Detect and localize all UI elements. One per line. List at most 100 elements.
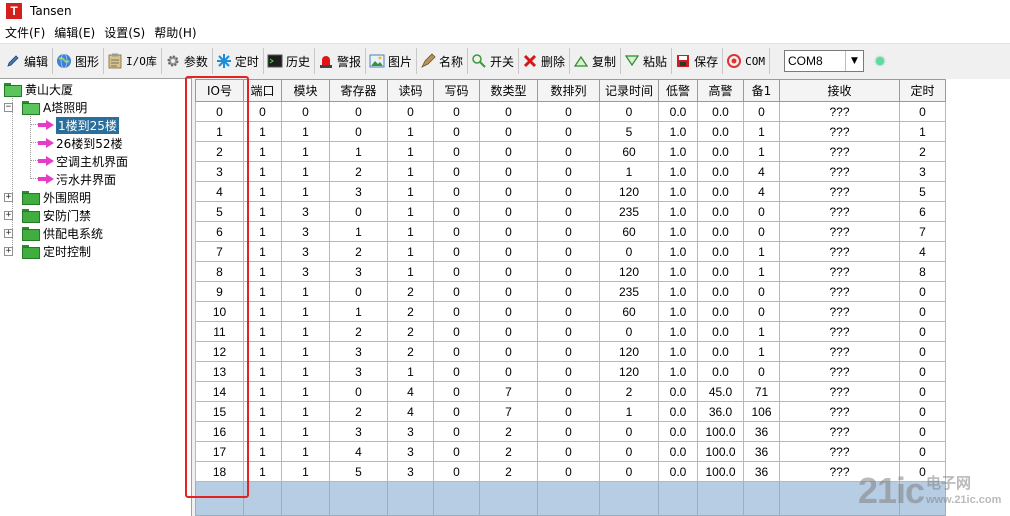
- table-cell[interactable]: 0: [899, 281, 946, 302]
- table-cell[interactable]: 1: [281, 381, 330, 402]
- table-cell[interactable]: 1: [243, 381, 282, 402]
- table-cell[interactable]: 1: [243, 361, 282, 382]
- table-cell[interactable]: 1: [387, 361, 434, 382]
- empty-cell[interactable]: [537, 481, 600, 516]
- menu-help[interactable]: 帮助(H): [149, 22, 200, 44]
- table-cell[interactable]: 1: [281, 421, 330, 442]
- table-row[interactable]: 18 1 1 5 3 0 2 0 0 0.0 100.0 36??? 0: [195, 461, 946, 482]
- table-cell[interactable]: 3: [329, 261, 388, 282]
- table-cell[interactable]: ???: [779, 181, 900, 202]
- table-row[interactable]: 7 1 3 2 1 0 0 0 0 1.0 0.0 1??? 4: [195, 241, 946, 262]
- empty-cell[interactable]: [433, 481, 480, 516]
- table-cell[interactable]: 0.0: [697, 341, 744, 362]
- table-cell[interactable]: 120: [599, 361, 659, 382]
- empty-cell[interactable]: [243, 481, 282, 516]
- table-cell[interactable]: 1: [387, 141, 434, 162]
- table-cell[interactable]: 2: [479, 441, 538, 462]
- table-cell[interactable]: 1.0: [658, 341, 698, 362]
- table-cell[interactable]: 1: [387, 121, 434, 142]
- table-cell[interactable]: 7: [479, 381, 538, 402]
- chevron-down-icon[interactable]: ▼: [844, 51, 863, 71]
- table-cell[interactable]: 1.0: [658, 321, 698, 342]
- table-row[interactable]: 17 1 1 4 3 0 2 0 0 0.0 100.0 36??? 0: [195, 441, 946, 462]
- table-row[interactable]: 14 1 1 0 4 0 7 0 2 0.0 45.0 71??? 0: [195, 381, 946, 402]
- column-header[interactable]: 高警: [697, 79, 744, 102]
- table-cell[interactable]: 120: [599, 261, 659, 282]
- table-cell[interactable]: 1: [387, 261, 434, 282]
- table-cell[interactable]: 2: [599, 381, 659, 402]
- table-cell[interactable]: 1: [281, 181, 330, 202]
- expand-icon[interactable]: +: [4, 192, 13, 202]
- table-cell[interactable]: 1: [599, 161, 659, 182]
- tree-group-power[interactable]: + 供配电系统: [4, 224, 103, 242]
- table-cell[interactable]: 0: [479, 321, 538, 342]
- table-cell[interactable]: 1.0: [658, 161, 698, 182]
- table-cell[interactable]: 1: [281, 441, 330, 462]
- table-cell[interactable]: 0: [743, 301, 780, 322]
- column-header[interactable]: 端口: [243, 79, 282, 102]
- com-button[interactable]: COM: [723, 48, 770, 74]
- table-cell[interactable]: 0: [537, 281, 600, 302]
- table-cell[interactable]: 0: [433, 321, 480, 342]
- table-cell[interactable]: 2: [387, 321, 434, 342]
- table-cell[interactable]: 1: [743, 341, 780, 362]
- table-cell[interactable]: 0: [433, 281, 480, 302]
- table-cell[interactable]: 0: [743, 281, 780, 302]
- table-cell[interactable]: 0: [899, 441, 946, 462]
- tree-item-floor-1-25[interactable]: 1楼到25楼: [38, 116, 119, 134]
- table-row[interactable]: 9 1 1 0 2 0 0 0 235 1.0 0.0 0??? 0: [195, 281, 946, 302]
- table-cell[interactable]: 1: [329, 301, 388, 322]
- table-cell[interactable]: 0: [479, 181, 538, 202]
- table-cell[interactable]: 0: [899, 461, 946, 482]
- menu-file[interactable]: 文件(F): [0, 22, 49, 44]
- table-cell[interactable]: 0: [433, 241, 480, 262]
- column-header[interactable]: 数排列: [537, 79, 600, 102]
- table-cell[interactable]: 120: [599, 181, 659, 202]
- table-cell[interactable]: 2: [387, 341, 434, 362]
- table-cell[interactable]: 1: [243, 121, 282, 142]
- table-cell[interactable]: 0: [899, 361, 946, 382]
- expand-icon[interactable]: +: [4, 228, 13, 238]
- expand-icon[interactable]: +: [4, 210, 13, 220]
- table-cell[interactable]: 1: [281, 281, 330, 302]
- table-cell[interactable]: 0.0: [697, 181, 744, 202]
- table-cell[interactable]: 1: [743, 141, 780, 162]
- table-row[interactable]: 8 1 3 3 1 0 0 0 120 1.0 0.0 1??? 8: [195, 261, 946, 282]
- table-cell[interactable]: 0: [537, 301, 600, 322]
- table-cell[interactable]: 1: [243, 161, 282, 182]
- table-cell[interactable]: 7: [899, 221, 946, 242]
- table-cell[interactable]: 36: [743, 421, 780, 442]
- table-cell[interactable]: 0: [433, 381, 480, 402]
- table-cell[interactable]: 2: [329, 401, 388, 422]
- table-cell[interactable]: 1: [195, 121, 244, 142]
- table-cell[interactable]: 0: [599, 321, 659, 342]
- table-cell[interactable]: 0: [329, 381, 388, 402]
- table-cell[interactable]: 0: [537, 461, 600, 482]
- table-cell[interactable]: 0: [537, 261, 600, 282]
- alarm-button[interactable]: 警报: [315, 48, 366, 74]
- table-cell[interactable]: 0: [329, 281, 388, 302]
- table-cell[interactable]: 0: [537, 181, 600, 202]
- table-cell[interactable]: 0.0: [697, 161, 744, 182]
- table-cell[interactable]: 60: [599, 301, 659, 322]
- table-cell[interactable]: 1: [243, 181, 282, 202]
- tree-item-floor-26-52[interactable]: 26楼到52楼: [38, 134, 123, 152]
- table-row[interactable]: 3 1 1 2 1 0 0 0 1 1.0 0.0 4??? 3: [195, 161, 946, 182]
- timer-button[interactable]: 定时: [213, 48, 264, 74]
- table-cell[interactable]: 6: [899, 201, 946, 222]
- table-cell[interactable]: 1: [387, 201, 434, 222]
- table-cell[interactable]: 0: [433, 221, 480, 242]
- table-cell[interactable]: ???: [779, 141, 900, 162]
- table-cell[interactable]: 5: [329, 461, 388, 482]
- table-cell[interactable]: 1: [243, 341, 282, 362]
- table-row[interactable]: 11 1 1 2 2 0 0 0 0 1.0 0.0 1??? 0: [195, 321, 946, 342]
- table-cell[interactable]: 1: [387, 241, 434, 262]
- table-cell[interactable]: 0: [537, 221, 600, 242]
- tree-root[interactable]: 黄山大厦: [4, 80, 73, 98]
- table-cell[interactable]: 1: [243, 241, 282, 262]
- picture-button[interactable]: 图片: [366, 48, 417, 74]
- table-cell[interactable]: 0: [433, 261, 480, 282]
- table-cell[interactable]: 11: [195, 321, 244, 342]
- table-cell[interactable]: 9: [195, 281, 244, 302]
- table-cell[interactable]: 0.0: [658, 101, 698, 122]
